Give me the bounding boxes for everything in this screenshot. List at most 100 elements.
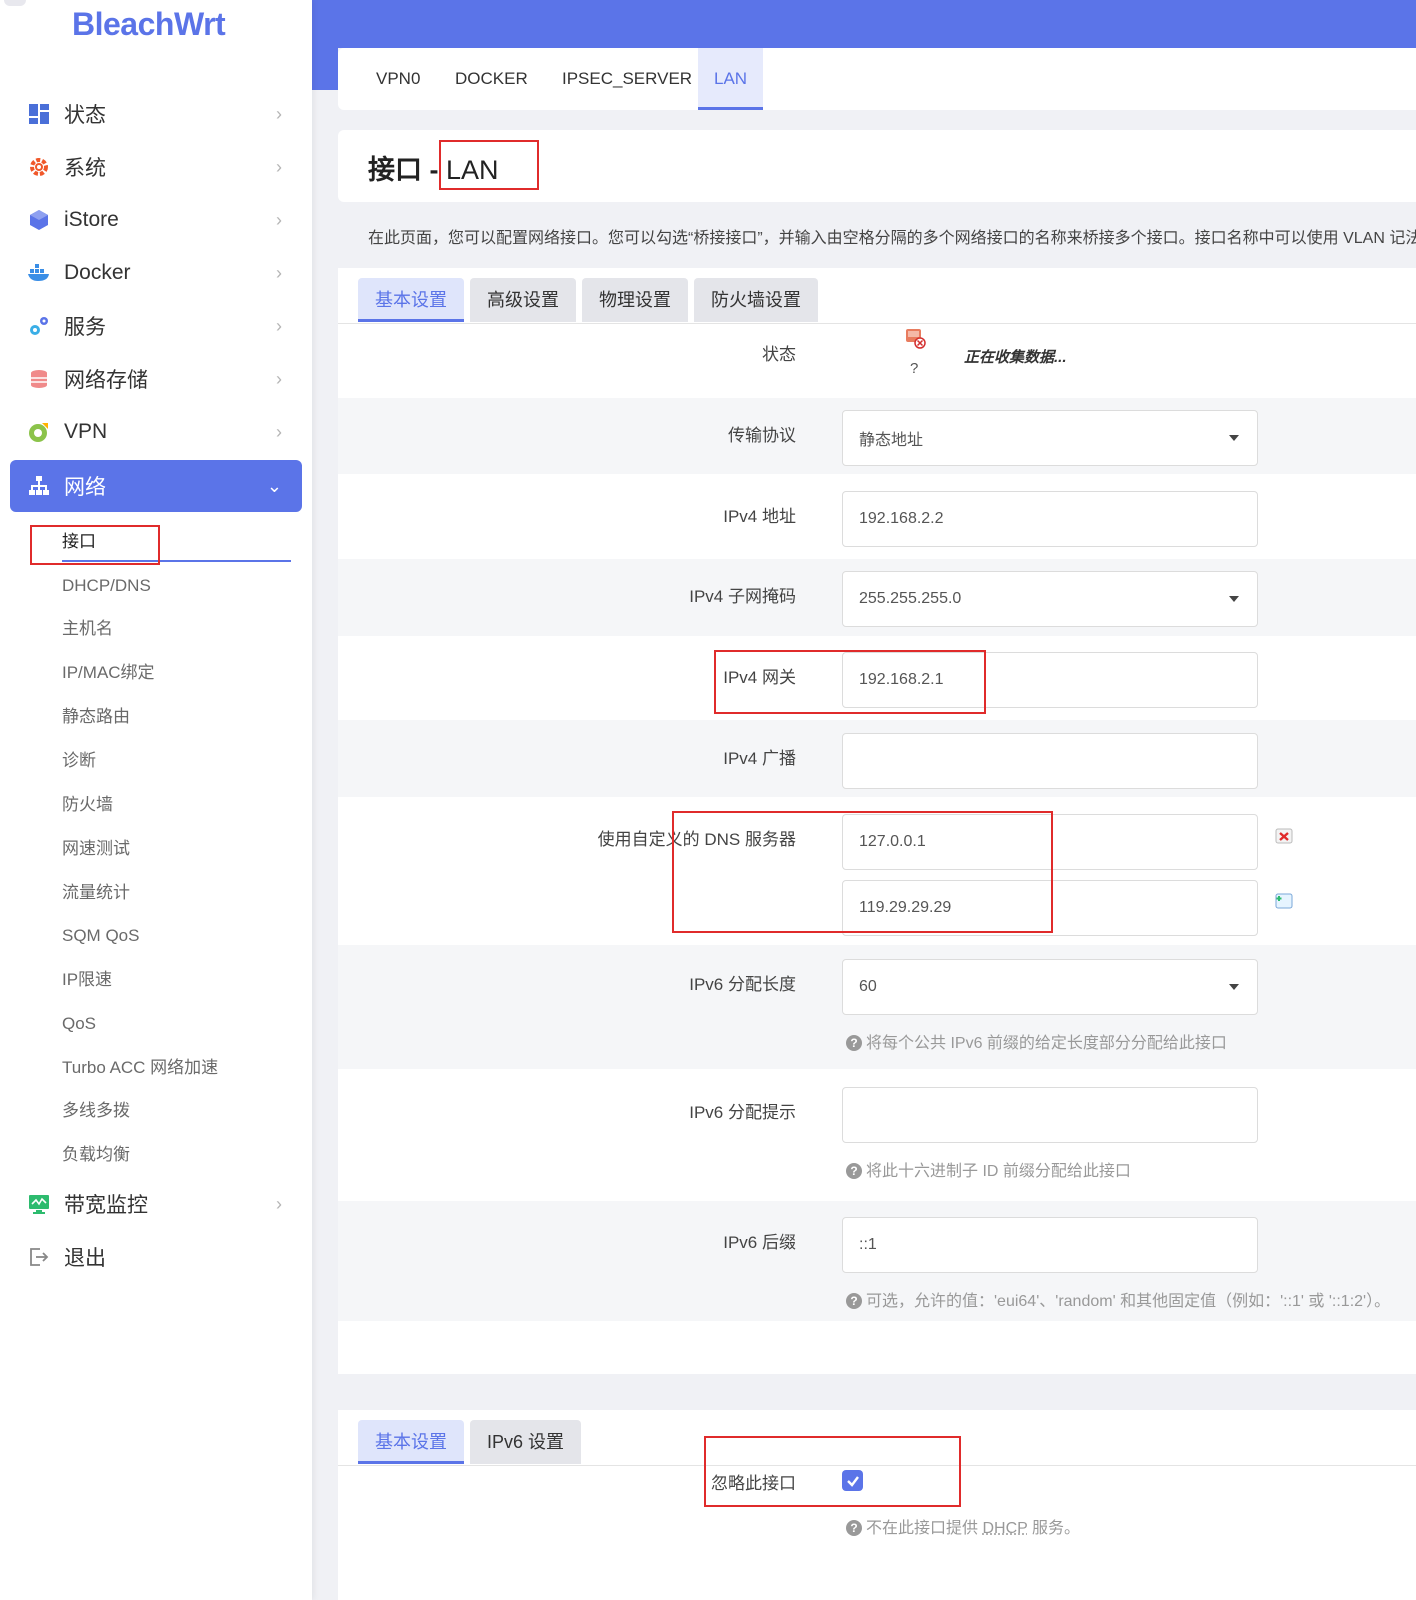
sidebar-item-logout[interactable]: 退出 [10,1231,302,1283]
general-settings-card: 基本设置 高级设置 物理设置 防火墙设置 状态 ? 正在收集数据... 传输协议… [338,268,1416,1374]
docker-icon [26,260,52,286]
status-device: ? [910,360,919,377]
gateway-input[interactable]: 192.168.2.1 [842,652,1258,708]
sidebar-item-label: 网络存储 [64,369,148,392]
broadcast-label: IPv4 广播 [723,749,796,768]
sidebar-item-bandwidth[interactable]: 带宽监控 › [10,1178,302,1230]
sidebar-item-istore[interactable]: iStore › [10,194,302,246]
ipv4-address-label: IPv4 地址 [723,507,796,526]
sidebar-subitem-traffic-stats[interactable]: 流量统计 [62,880,130,906]
gear-icon [26,154,52,180]
sidebar-item-services[interactable]: 服务 › [10,300,302,352]
ip6assign-hint-text: 将每个公共 IPv6 前缀的给定长度部分分配给此接口 [866,1035,1227,1052]
sidebar-subitem-load-balance[interactable]: 负载均衡 [62,1142,130,1168]
status-label: 状态 [762,345,796,364]
chevron-right-icon: › [276,1193,282,1214]
ip6suffix-label: IPv6 后缀 [723,1233,796,1252]
sidebar-item-storage[interactable]: 网络存储 › [10,353,302,405]
tab-divider [338,323,1416,324]
sidebar-subitem-hostnames[interactable]: 主机名 [62,616,113,642]
active-subitem-underline [62,560,291,562]
tab-lan[interactable]: LAN [698,48,764,110]
sidebar-subitem-ip-limit[interactable]: IP限速 [62,967,112,993]
dns-input-1[interactable]: 127.0.0.1 [842,814,1258,870]
tab-basic-settings[interactable]: 基本设置 [358,278,464,322]
sidebar-item-vpn[interactable]: VPN › [10,406,302,458]
ipv4-address-value: 192.168.2.2 [859,510,944,527]
sidebar-subitem-static-routes[interactable]: 静态路由 [62,704,130,730]
sidebar-item-status[interactable]: 状态 › [10,88,302,140]
sidebar-subitem-firewall[interactable]: 防火墙 [62,792,113,818]
dns-label: 使用自定义的 DNS 服务器 [597,830,796,849]
sidebar-subitem-ip-mac[interactable]: IP/MAC绑定 [62,660,155,686]
help-icon: ? [846,1163,862,1179]
sidebar-item-label: 带宽监控 [64,1194,148,1217]
protocol-select[interactable]: 静态地址 [842,410,1258,466]
ip6hint-input[interactable] [842,1087,1258,1143]
proto-label: 传输协议 [728,426,796,445]
gateway-label: IPv4 网关 [723,668,796,687]
monitor-icon [26,1191,52,1217]
add-entry-icon[interactable] [1274,891,1294,911]
dhcp-server-card: 基本设置 IPv6 设置 忽略此接口 ? 不在此接口提供 DHCP 服务。 [338,1410,1416,1600]
tab-dhcp-basic[interactable]: 基本设置 [358,1420,464,1464]
tab-advanced-settings[interactable]: 高级设置 [470,278,576,322]
ignore-interface-checkbox[interactable] [842,1470,863,1491]
dns-value-2: 119.29.29.29 [859,899,952,916]
sidebar-subitem-diagnostics[interactable]: 诊断 [62,748,96,774]
ip6suffix-input[interactable]: ::1 [842,1217,1258,1273]
chevron-down-icon: ⌄ [266,475,282,496]
tab-docker[interactable]: DOCKER [455,48,528,110]
chevron-right-icon: › [276,103,282,124]
sidebar-item-network[interactable]: 网络 ⌄ [10,460,302,512]
sidebar-subitem-dhcp-dns[interactable]: DHCP/DNS [62,573,151,599]
sidebar-item-docker[interactable]: Docker › [10,247,302,299]
ipv4-address-input[interactable]: 192.168.2.2 [842,491,1258,547]
sidebar-item-label: Docker [64,261,131,284]
sidebar-subitem-interfaces[interactable]: 接口 [62,529,96,555]
ip6hint-hint-text: 将此十六进制子 ID 前缀分配给此接口 [866,1163,1131,1180]
hint-text-suffix: 服务。 [1027,1520,1080,1537]
sidebar-item-system[interactable]: 系统 › [10,141,302,193]
page-description: 在此页面，您可以配置网络接口。您可以勾选“桥接接口”，并输入由空格分隔的多个网络… [368,230,1416,247]
storage-icon [26,366,52,392]
ip6suffix-hint-text: 可选，允许的值：'eui64'、'random' 和其他固定值（例如：'::1'… [866,1293,1391,1310]
sidebar-subitem-speedtest[interactable]: 网速测试 [62,836,130,862]
tab-firewall-settings[interactable]: 防火墙设置 [694,278,818,322]
help-icon: ? [846,1035,862,1051]
tab-ipsec-server[interactable]: IPSEC_SERVER [562,48,692,110]
tab-vpn0[interactable]: VPN0 [376,48,420,110]
logout-icon [26,1244,52,1270]
sidebar-subitem-sqm-qos[interactable]: SQM QoS [62,923,139,949]
help-icon: ? [846,1520,862,1536]
network-disconnected-icon [906,329,926,349]
tab-divider [338,1465,1416,1466]
chevron-right-icon: › [276,156,282,177]
sidebar-subitem-multiwan[interactable]: 多线多拨 [62,1098,130,1124]
sidebar-subitem-turbo-acc[interactable]: Turbo ACC 网络加速 [62,1055,218,1081]
dhcp-tabs: 基本设置 IPv6 设置 [358,1420,582,1464]
chevron-right-icon: › [276,262,282,283]
netmask-label: IPv4 子网掩码 [689,587,796,606]
tab-dhcp-ipv6[interactable]: IPv6 设置 [470,1420,582,1464]
ignore-interface-label: 忽略此接口 [711,1474,796,1493]
sidebar-subitem-qos[interactable]: QoS [62,1011,96,1037]
sidebar-item-label: iStore [64,208,119,231]
broadcast-input[interactable] [842,733,1258,789]
ip6assign-select[interactable]: 60 [842,959,1258,1015]
status-text: 正在收集数据... [964,349,1067,366]
tab-physical-settings[interactable]: 物理设置 [582,278,688,322]
dns-input-2[interactable]: 119.29.29.29 [842,880,1258,936]
brand-logo[interactable]: BleachWrt [72,6,226,43]
netmask-select[interactable]: 255.255.255.0 [842,571,1258,627]
dns-value-1: 127.0.0.1 [859,833,926,850]
sidebar-item-label: 系统 [64,157,106,180]
caret-down-icon [1229,984,1239,990]
sidebar: BleachWrt 状态 › 系统 › iStore › Docker › 服务… [0,0,312,1600]
page-title: 接口 - LAN [368,148,499,187]
remove-entry-icon[interactable] [1274,826,1294,846]
ip6suffix-value: ::1 [859,1236,877,1253]
ip6assign-hint: ? 将每个公共 IPv6 前缀的给定长度部分分配给此接口 [846,1029,1227,1053]
gateway-value: 192.168.2.1 [859,671,944,688]
settings-tabs: 基本设置 高级设置 物理设置 防火墙设置 [358,278,818,322]
